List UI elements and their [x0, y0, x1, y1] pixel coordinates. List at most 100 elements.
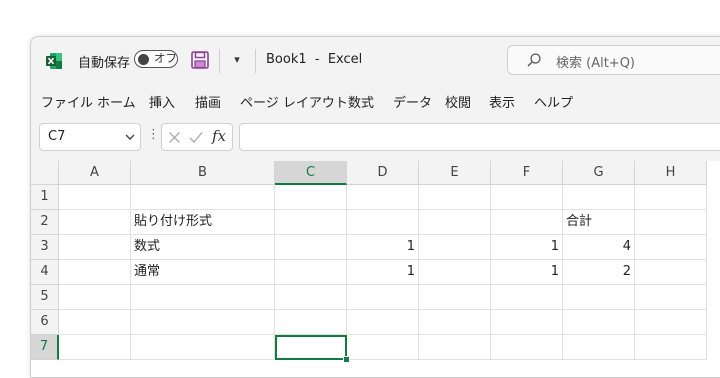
cell-d1[interactable]	[347, 185, 419, 210]
row-header-7[interactable]: 7	[31, 335, 59, 360]
tab-review[interactable]: 校閲	[445, 92, 471, 111]
cell-a6[interactable]	[59, 310, 131, 335]
qat-separator	[219, 49, 220, 73]
cell-d6[interactable]	[347, 310, 419, 335]
cell-e3[interactable]	[419, 235, 491, 260]
cell-e2[interactable]	[419, 210, 491, 235]
column-header-h[interactable]: H	[635, 161, 707, 185]
cell-c5[interactable]	[275, 285, 347, 310]
excel-window: 自動保存 オフ ▾ Book1 - Excel 検索 (Alt+Q) ファイル …	[30, 36, 720, 378]
tab-draw[interactable]: 描画	[195, 92, 221, 111]
ribbon-tabs: ファイル ホーム 挿入 描画 ページ レイアウト 数式 データ 校閲 表示 ヘル…	[31, 85, 720, 117]
cell-e5[interactable]	[419, 285, 491, 310]
cell-f7[interactable]	[491, 335, 563, 360]
column-header-d[interactable]: D	[347, 161, 419, 185]
cell-f6[interactable]	[491, 310, 563, 335]
cell-b7[interactable]	[131, 335, 275, 360]
row-header-5[interactable]: 5	[31, 285, 59, 310]
column-header-e[interactable]: E	[419, 161, 491, 185]
column-header-c[interactable]: C	[275, 161, 347, 185]
cell-f4[interactable]: 1	[491, 260, 563, 285]
tab-file[interactable]: ファイル	[41, 92, 93, 111]
cell-e7[interactable]	[419, 335, 491, 360]
cell-g5[interactable]	[563, 285, 635, 310]
cell-h5[interactable]	[635, 285, 707, 310]
insert-function-icon[interactable]: fx	[212, 127, 226, 145]
cell-g1[interactable]	[563, 185, 635, 210]
document-title: Book1 - Excel	[266, 52, 363, 67]
search-input[interactable]: 検索 (Alt+Q)	[507, 45, 720, 75]
row-header-1[interactable]: 1	[31, 185, 59, 210]
column-header-a[interactable]: A	[59, 161, 131, 185]
tab-data[interactable]: データ	[393, 92, 432, 111]
cell-a7[interactable]	[59, 335, 131, 360]
cell-b2[interactable]: 貼り付け形式	[131, 210, 275, 235]
excel-logo-icon	[46, 53, 62, 69]
cell-b5[interactable]	[131, 285, 275, 310]
tab-help[interactable]: ヘルプ	[534, 92, 573, 111]
tab-view[interactable]: 表示	[489, 92, 515, 111]
cell-h3[interactable]	[635, 235, 707, 260]
cancel-icon[interactable]	[168, 131, 181, 144]
cell-f1[interactable]	[491, 185, 563, 210]
cell-g6[interactable]	[563, 310, 635, 335]
column-header-f[interactable]: F	[491, 161, 563, 185]
cell-b3[interactable]: 数式	[131, 235, 275, 260]
cell-g3[interactable]: 4	[563, 235, 635, 260]
cell-h7[interactable]	[635, 335, 707, 360]
cell-d7[interactable]	[347, 335, 419, 360]
row-header-2[interactable]: 2	[31, 210, 59, 235]
cell-h4[interactable]	[635, 260, 707, 285]
autosave-toggle-state: オフ	[154, 51, 177, 65]
cell-a5[interactable]	[59, 285, 131, 310]
autosave-toggle[interactable]: オフ	[134, 50, 178, 68]
tab-formulas[interactable]: 数式	[348, 92, 374, 111]
cell-a2[interactable]	[59, 210, 131, 235]
cell-c6[interactable]	[275, 310, 347, 335]
chevron-down-icon[interactable]	[124, 131, 136, 143]
enter-check-icon[interactable]	[189, 131, 203, 144]
tab-insert[interactable]: 挿入	[149, 92, 175, 111]
cell-d2[interactable]	[347, 210, 419, 235]
cell-a1[interactable]	[59, 185, 131, 210]
name-box[interactable]: C7	[39, 123, 141, 151]
row-header-6[interactable]: 6	[31, 310, 59, 335]
column-header-g[interactable]: G	[563, 161, 635, 185]
cell-c4[interactable]	[275, 260, 347, 285]
formula-input[interactable]	[239, 123, 720, 151]
cell-a3[interactable]	[59, 235, 131, 260]
cell-d3[interactable]: 1	[347, 235, 419, 260]
cell-e1[interactable]	[419, 185, 491, 210]
cell-e4[interactable]	[419, 260, 491, 285]
cell-c3[interactable]	[275, 235, 347, 260]
cell-a4[interactable]	[59, 260, 131, 285]
row-header-4[interactable]: 4	[31, 260, 59, 285]
tab-page-layout[interactable]: ページ レイアウト	[240, 92, 348, 111]
column-header-b[interactable]: B	[131, 161, 275, 185]
formula-bar-resize-handle[interactable]: ⋮	[147, 127, 160, 142]
cell-d4[interactable]: 1	[347, 260, 419, 285]
save-icon[interactable]	[189, 49, 211, 71]
cell-b4[interactable]: 通常	[131, 260, 275, 285]
cell-g4[interactable]: 2	[563, 260, 635, 285]
cell-e6[interactable]	[419, 310, 491, 335]
formula-buttons: fx	[161, 123, 233, 151]
cell-f5[interactable]	[491, 285, 563, 310]
cell-c2[interactable]	[275, 210, 347, 235]
cell-g7[interactable]	[563, 335, 635, 360]
row-header-3[interactable]: 3	[31, 235, 59, 260]
cell-b1[interactable]	[131, 185, 275, 210]
cell-h2[interactable]	[635, 210, 707, 235]
cell-b6[interactable]	[131, 310, 275, 335]
cell-f3[interactable]: 1	[491, 235, 563, 260]
cell-f2[interactable]	[491, 210, 563, 235]
cell-c1[interactable]	[275, 185, 347, 210]
tab-home[interactable]: ホーム	[97, 92, 136, 111]
select-all-corner[interactable]	[31, 161, 59, 185]
customize-qat-chevron-icon[interactable]: ▾	[229, 50, 245, 70]
cell-h6[interactable]	[635, 310, 707, 335]
active-cell-c7[interactable]	[275, 335, 347, 360]
cell-h1[interactable]	[635, 185, 707, 210]
cell-d5[interactable]	[347, 285, 419, 310]
cell-g2[interactable]: 合計	[563, 210, 635, 235]
